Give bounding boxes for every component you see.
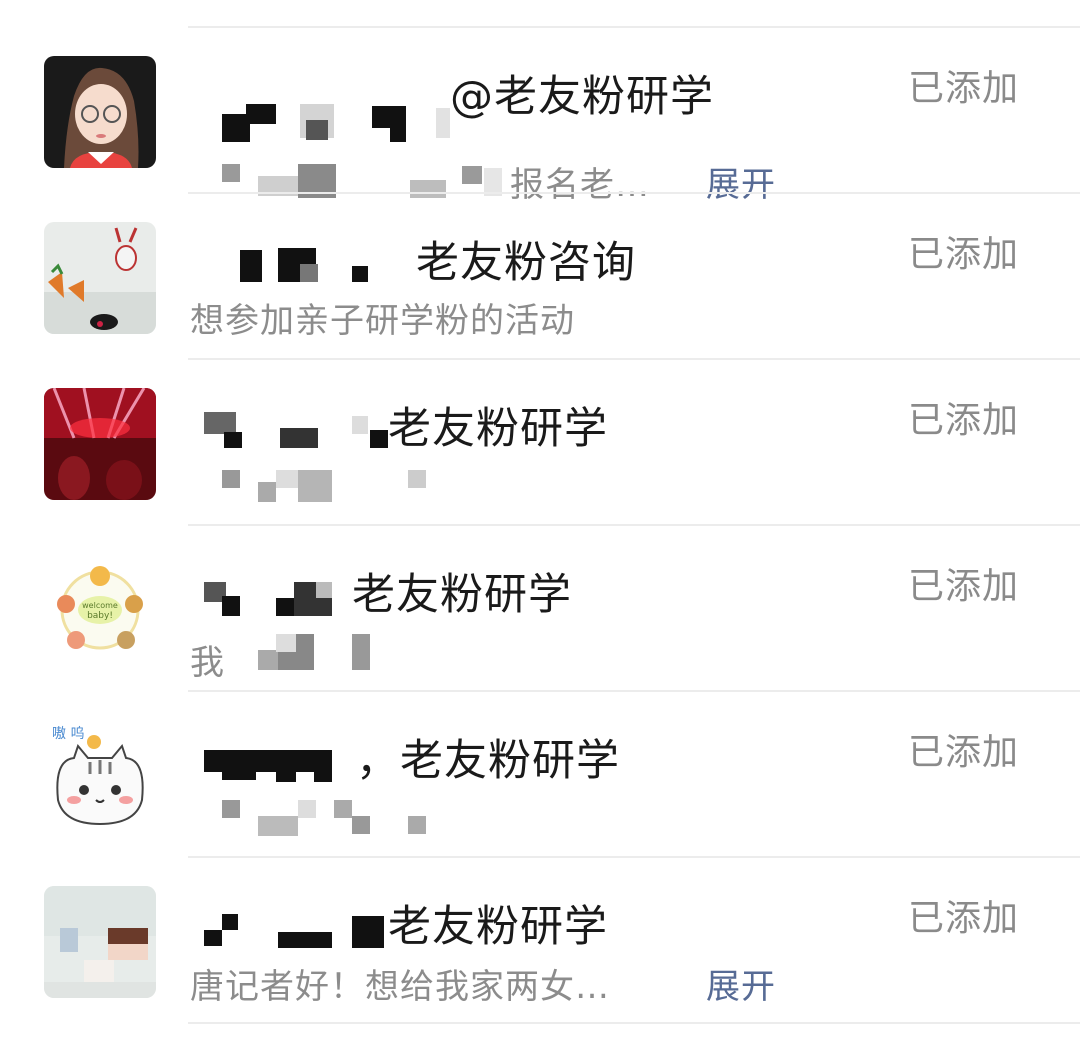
avatar-text: 嗷 呜 xyxy=(52,726,84,742)
contact-name: 老友粉研学 xyxy=(388,902,608,952)
red-stage-avatar[interactable] xyxy=(44,388,156,500)
expand-link[interactable]: 展开 xyxy=(706,959,776,1008)
request-message: 想参加亲子研学粉的活动 xyxy=(190,301,575,341)
friend-request-row[interactable]: welcome baby! 老友粉研学 我 已添加 xyxy=(0,526,1080,692)
request-message: 我 xyxy=(190,643,225,683)
row-divider xyxy=(188,1022,1080,1024)
blurred-photo-avatar[interactable] xyxy=(44,886,156,998)
cartoon-girl-avatar[interactable] xyxy=(44,56,156,168)
friend-request-row[interactable]: 老友粉咨询 想参加亲子研学粉的活动 已添加 xyxy=(0,194,1080,360)
friend-request-row[interactable]: 嗷 呜 ，老友粉研学 已添加 xyxy=(0,692,1080,858)
added-status-label: 已添加 xyxy=(908,68,1020,109)
contact-name: 老友粉研学 xyxy=(352,570,572,620)
added-status-label: 已添加 xyxy=(908,400,1020,441)
svg-text:welcome: welcome xyxy=(82,601,118,610)
friend-request-list: @老友粉研学 报名老… 展开 已添加 老友粉咨询 想参加亲子研学粉的活动 已添加… xyxy=(0,0,1080,1046)
friend-request-row[interactable]: 老友粉研学 唐记者好！想给我家两女… 展开 已添加 xyxy=(0,858,1080,1024)
added-status-label: 已添加 xyxy=(908,898,1020,939)
welcome-baby-avatar[interactable]: welcome baby! xyxy=(44,554,156,666)
rabbit-wall-avatar[interactable] xyxy=(44,222,156,334)
contact-name: 老友粉研学 xyxy=(388,404,608,454)
cat-sticker-avatar[interactable]: 嗷 呜 xyxy=(44,720,156,832)
friend-request-row[interactable]: 老友粉研学 已添加 xyxy=(0,360,1080,526)
added-status-label: 已添加 xyxy=(908,566,1020,607)
added-status-label: 已添加 xyxy=(908,234,1020,275)
added-status-label: 已添加 xyxy=(908,732,1020,773)
friend-request-row[interactable]: @老友粉研学 报名老… 展开 已添加 xyxy=(0,28,1080,205)
request-message: 唐记者好！想给我家两女… xyxy=(190,967,610,1007)
svg-text:baby!: baby! xyxy=(87,611,113,621)
